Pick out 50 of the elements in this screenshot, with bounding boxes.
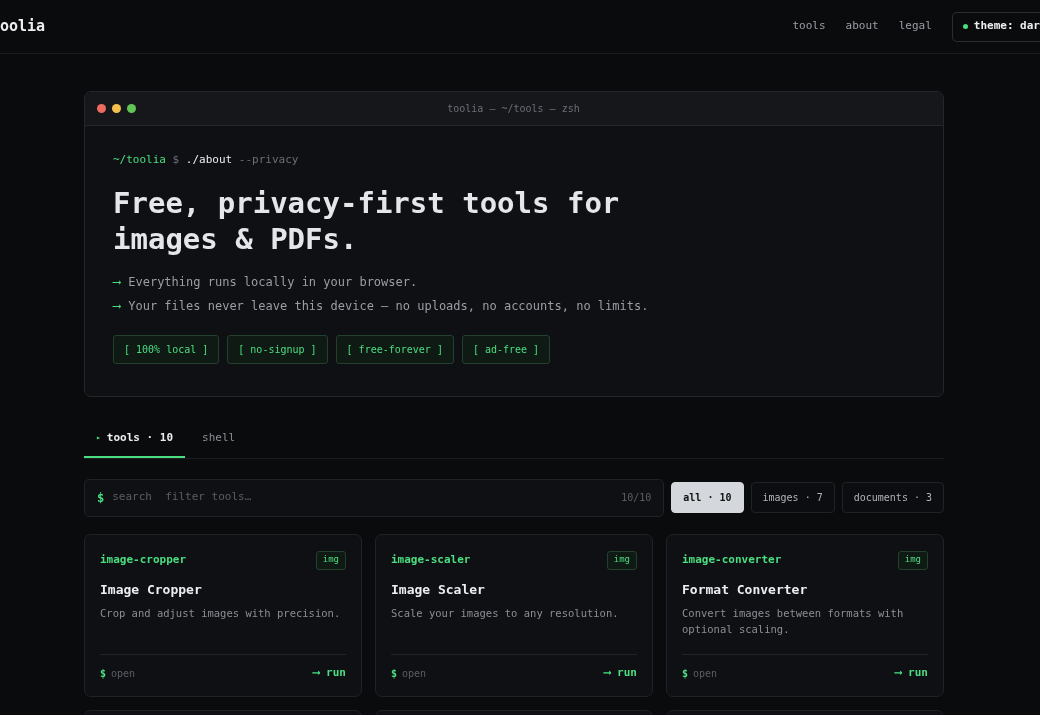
- tool-description: Convert images between formats with optional scaling.: [682, 606, 905, 637]
- arrow-icon: ⟶: [113, 272, 121, 291]
- feature-tag: [ no-signup ]: [227, 334, 328, 364]
- tool-slug: image-cropper: [100, 551, 187, 568]
- headline: Free, privacy-first tools for images & PDFs.: [113, 184, 621, 257]
- bullet-text: Your files never leave this device — no uploads, no accounts, no limits.: [128, 297, 649, 315]
- bullet-text: Everything runs locally in your browser.: [128, 273, 418, 291]
- arrow-icon: ⟶: [113, 296, 121, 315]
- feature-tag: [ ad-free ]: [461, 334, 551, 364]
- tool-slug: image-scaler: [391, 551, 471, 568]
- theme-button[interactable]: theme: dar: [951, 11, 1040, 42]
- search-bar[interactable]: $ search filter tools… 10/10: [84, 478, 665, 517]
- run-link[interactable]: ⟶ run: [603, 665, 637, 682]
- logo[interactable]: oolia: [0, 15, 46, 38]
- open-label: open: [111, 666, 136, 681]
- prompt-icon: $: [100, 665, 107, 681]
- tool-title: Image Cropper: [100, 580, 203, 599]
- tab[interactable]: shell: [185, 429, 253, 458]
- filter-chip[interactable]: documents · 3: [841, 482, 944, 513]
- run-link[interactable]: ⟶ run: [894, 665, 928, 682]
- filter-chip[interactable]: images · 7: [750, 482, 835, 513]
- prompt-icon: $: [391, 665, 398, 681]
- search-field[interactable]: search filter tools…: [112, 489, 614, 506]
- tool-title: Format Converter: [682, 580, 809, 599]
- category-tag: img: [897, 550, 928, 570]
- tab[interactable]: ▸ tools · 10: [84, 429, 186, 458]
- tool-description: Scale your images to any resolution.: [391, 606, 620, 621]
- run-link[interactable]: ⟶ run: [312, 665, 346, 682]
- prompt-icon: $: [682, 665, 689, 681]
- result-count: 10/10: [621, 491, 652, 505]
- category-tag: img: [315, 550, 346, 570]
- feature-tag: [ free-forever ]: [335, 334, 454, 364]
- window-title: toolia — ~/tools — zsh: [446, 102, 581, 116]
- prompt-icon: $: [97, 488, 105, 507]
- category-tag: img: [606, 550, 637, 570]
- nav-link[interactable]: legal: [898, 18, 932, 35]
- tool-card[interactable]: image-converter img Format Converter Convert images between formats with optional scaling. $ open ⟶ run: [666, 533, 944, 697]
- nav-link[interactable]: about: [845, 18, 879, 35]
- tool-card[interactable]: image-cropper img Image Cropper Crop and adjust images with precision. $ open ⟶ run: [84, 533, 362, 697]
- filter-chip[interactable]: all · 10: [671, 482, 744, 513]
- caret-icon: ▸: [96, 429, 101, 446]
- feature-tag: [ 100% local ]: [113, 334, 220, 364]
- tool-description: Crop and adjust images with precision.: [100, 606, 342, 621]
- nav-link[interactable]: tools: [792, 18, 826, 35]
- open-label: open: [402, 666, 427, 681]
- tool-title: Image Scaler: [391, 580, 486, 599]
- prompt-line: ~/toolia $ ./about --privacy: [113, 152, 300, 168]
- tool-card[interactable]: image-scaler img Image Scaler Scale your images to any resolution. $ open ⟶ run: [375, 533, 653, 697]
- open-label: open: [693, 666, 718, 681]
- tool-slug: image-converter: [682, 551, 782, 568]
